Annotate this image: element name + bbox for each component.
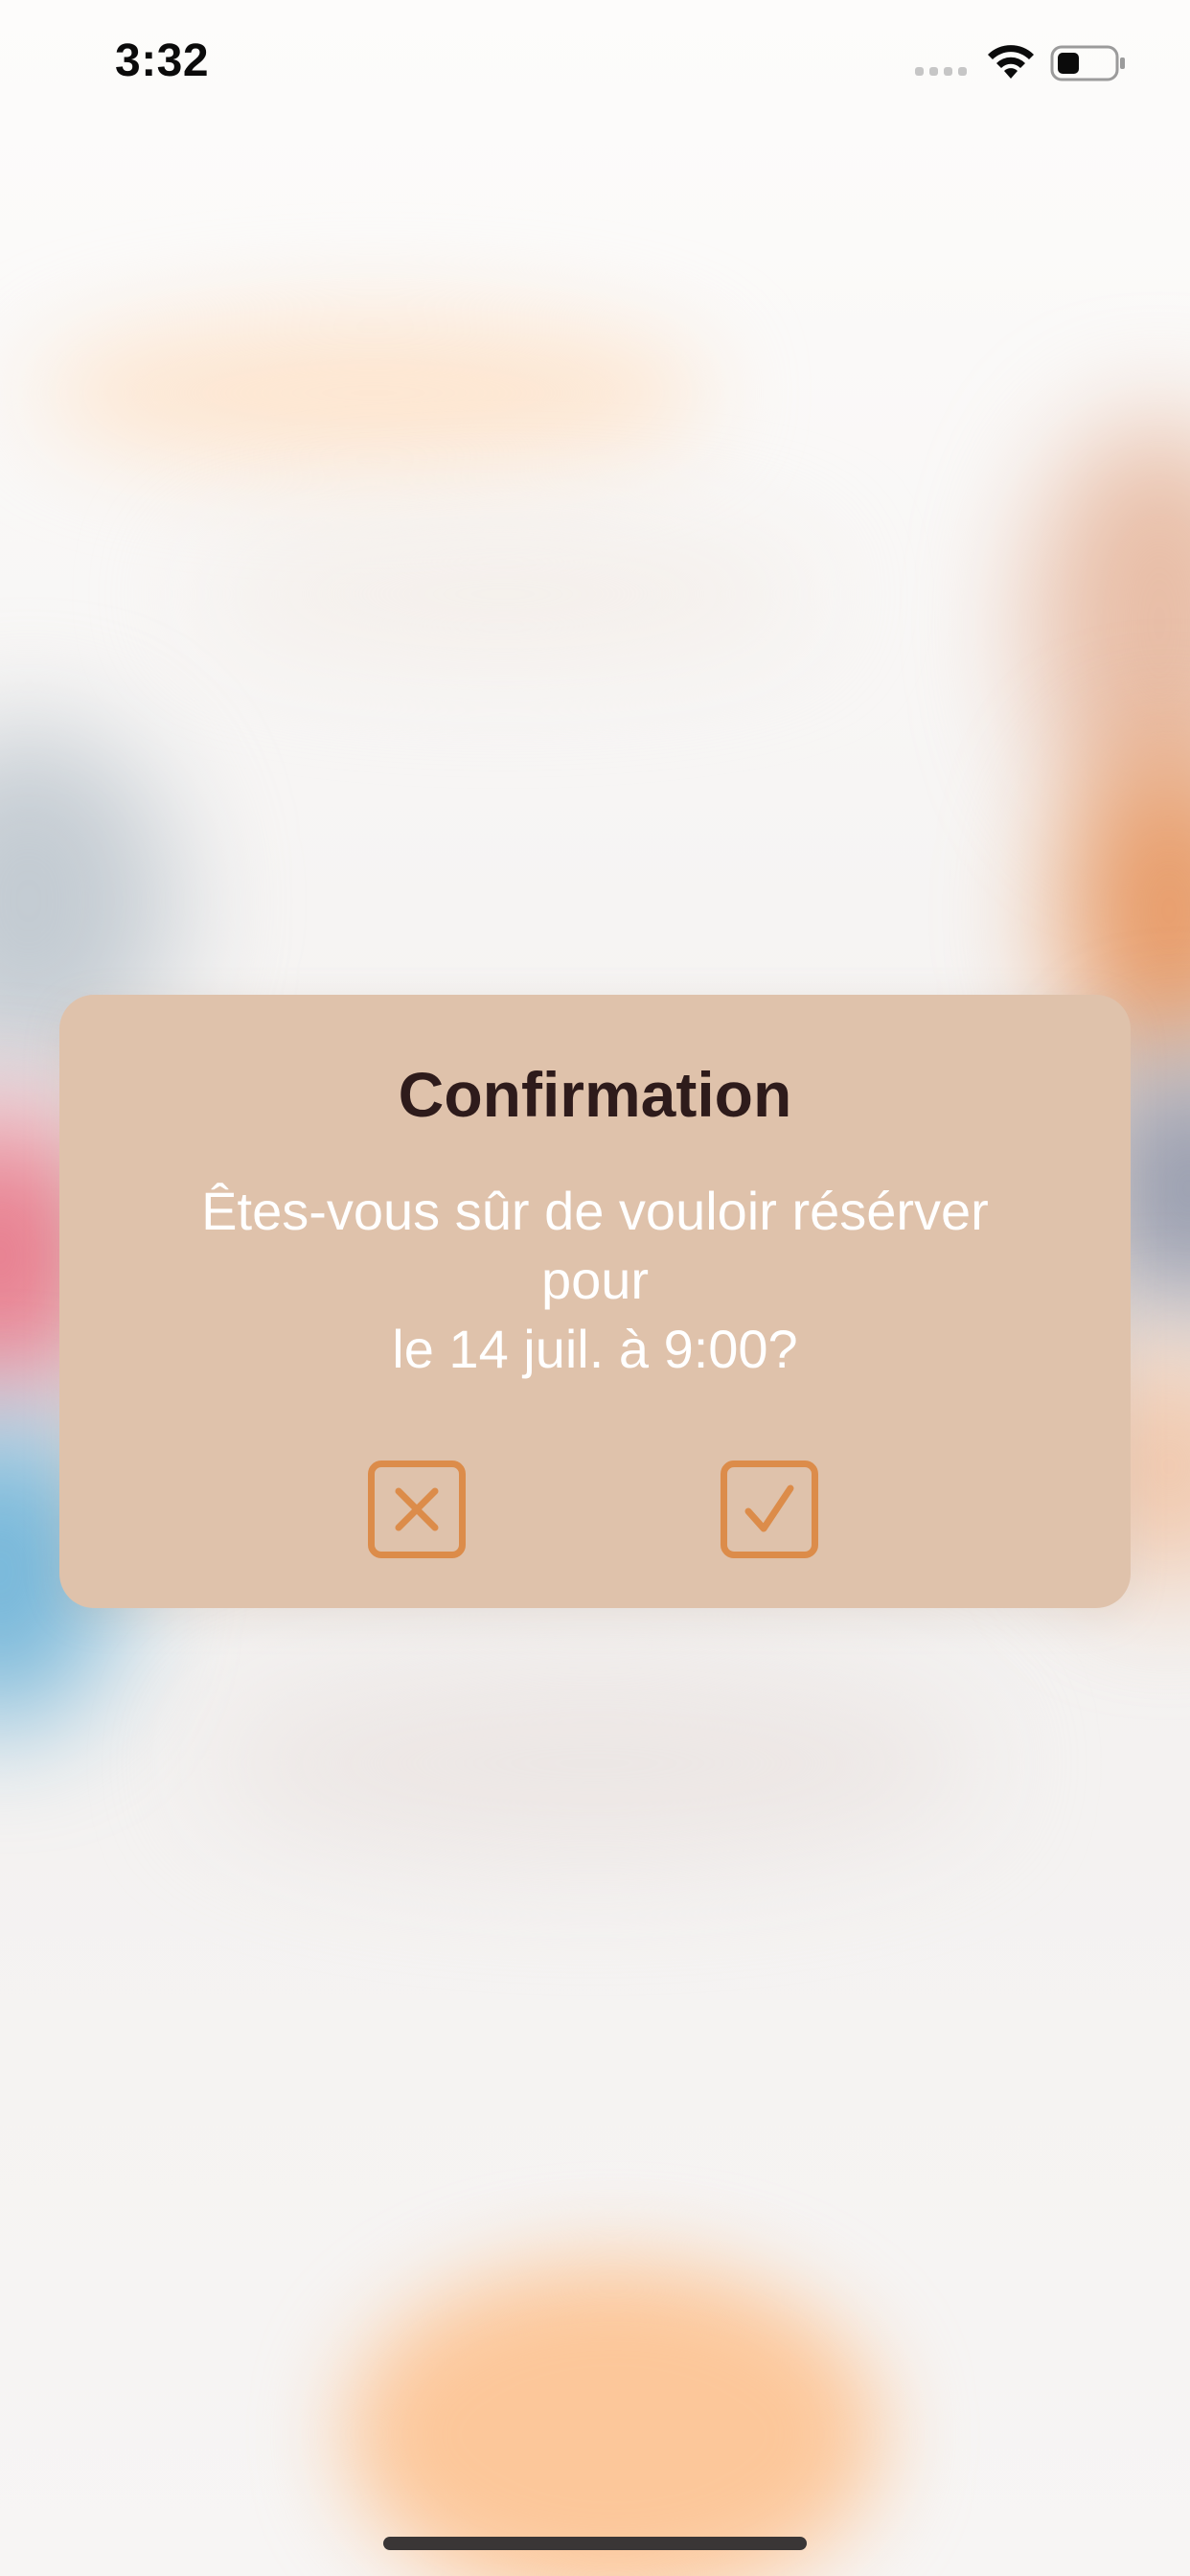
dialog-message-line: pour xyxy=(540,1250,650,1310)
cellular-signal-icon xyxy=(915,67,967,76)
wifi-icon xyxy=(988,45,1034,79)
close-icon xyxy=(395,1487,439,1531)
status-time: 3:32 xyxy=(115,35,210,86)
dialog-title: Confirmation xyxy=(398,1059,792,1130)
confirmation-dialog: Confirmation Êtes-vous sûr de vouloir ré… xyxy=(59,995,1131,1608)
battery-icon xyxy=(1050,45,1125,81)
confirm-button[interactable] xyxy=(721,1460,818,1558)
dialog-message-line: le 14 juil. à 9:00? xyxy=(392,1319,798,1379)
dialog-message: Êtes-vous sûr de vouloir résérver pour l… xyxy=(136,1177,1054,1384)
cancel-button[interactable] xyxy=(368,1460,466,1558)
status-bar: 3:32 xyxy=(0,0,1190,126)
dialog-message-line: Êtes-vous sûr de vouloir résérver xyxy=(201,1181,989,1241)
home-indicator[interactable] xyxy=(383,2537,807,2550)
checkmark-icon xyxy=(744,1484,794,1532)
